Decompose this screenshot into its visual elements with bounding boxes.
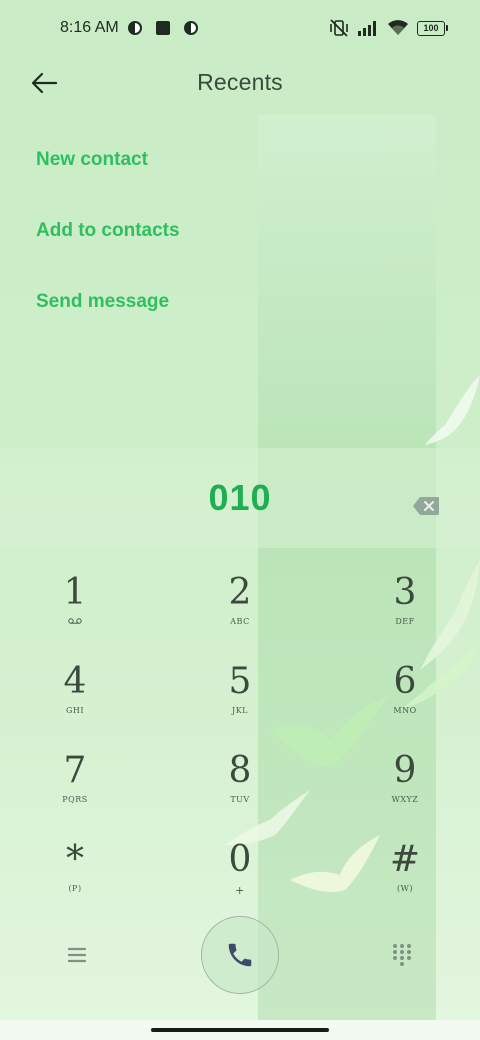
- key-letters: (P): [68, 884, 82, 893]
- back-arrow-icon[interactable]: [30, 68, 60, 98]
- key-digit: 6: [393, 661, 417, 702]
- status-time: 8:16 AM: [60, 19, 119, 36]
- key-4[interactable]: 4 GHI: [0, 644, 150, 733]
- key-digit: 3: [393, 572, 417, 613]
- key-digit: 7: [63, 750, 87, 791]
- keypad: 1 2 ABC 3 DEF 4 GHI 5 JKL 6 MNO 7 PQRS 8…: [0, 555, 480, 911]
- new-contact-link[interactable]: New contact: [36, 130, 180, 201]
- bottom-bar: [0, 915, 480, 995]
- key-letters: TUV: [230, 795, 250, 804]
- key-1[interactable]: 1: [0, 555, 150, 644]
- home-indicator[interactable]: [151, 1028, 329, 1032]
- key-star[interactable]: * (P): [0, 822, 150, 911]
- key-letters: DEF: [395, 617, 415, 626]
- notification-square-icon: [155, 21, 170, 35]
- dialed-number: 010: [208, 477, 272, 518]
- key-8[interactable]: 8 TUV: [150, 733, 330, 822]
- status-bar: 8:16 AM 100: [0, 0, 480, 56]
- action-menu: New contact Add to contacts Send message: [36, 130, 180, 343]
- backspace-icon[interactable]: [412, 496, 440, 516]
- notification-app-icon: [127, 21, 142, 35]
- status-left: 8:16 AM: [60, 19, 199, 37]
- dialpad-icon[interactable]: [390, 943, 414, 967]
- key-letters: (W): [397, 884, 413, 893]
- background-stripe-highlight: [258, 115, 436, 450]
- key-9[interactable]: 9 WXYZ: [330, 733, 480, 822]
- key-letters: MNO: [393, 706, 417, 715]
- page-title: Recents: [197, 68, 283, 95]
- key-digit: 4: [63, 661, 87, 702]
- key-letters: JKL: [232, 706, 248, 715]
- swallow-decoration: [425, 375, 480, 445]
- notification-app-icon: [183, 21, 198, 35]
- key-3[interactable]: 3 DEF: [330, 555, 480, 644]
- voicemail-icon: [68, 617, 82, 627]
- call-button[interactable]: [201, 916, 279, 994]
- key-digit: 8: [228, 750, 252, 791]
- key-7[interactable]: 7 PQRS: [0, 733, 150, 822]
- key-2[interactable]: 2 ABC: [150, 555, 330, 644]
- vibrate-muted-icon: [330, 19, 348, 37]
- key-6[interactable]: 6 MNO: [330, 644, 480, 733]
- key-digit: 1: [63, 572, 87, 613]
- key-0[interactable]: 0 +: [150, 822, 330, 911]
- key-5[interactable]: 5 JKL: [150, 644, 330, 733]
- key-digit: *: [66, 839, 84, 880]
- key-digit: 5: [228, 661, 252, 702]
- key-letters: GHI: [65, 706, 85, 715]
- number-display: 010: [0, 448, 480, 548]
- key-digit: 2: [228, 572, 252, 613]
- key-digit: 0: [228, 839, 252, 880]
- key-letters: PQRS: [62, 795, 88, 804]
- wifi-icon: [388, 20, 408, 35]
- hamburger-menu-icon[interactable]: [64, 945, 90, 965]
- key-letters: WXYZ: [391, 795, 419, 804]
- key-hash[interactable]: # (W): [330, 822, 480, 911]
- key-letters: ABC: [230, 617, 250, 626]
- key-letters: +: [235, 884, 245, 897]
- key-digit: 9: [393, 750, 417, 791]
- key-digit: #: [389, 839, 421, 880]
- status-right: 100: [329, 19, 448, 37]
- signal-icon: [358, 21, 376, 36]
- add-to-contacts-link[interactable]: Add to contacts: [36, 201, 180, 272]
- battery-level: 100: [417, 20, 445, 36]
- phone-icon: [228, 943, 252, 967]
- header: Recents: [0, 56, 480, 108]
- battery-icon: 100: [417, 20, 448, 36]
- send-message-link[interactable]: Send message: [36, 272, 180, 343]
